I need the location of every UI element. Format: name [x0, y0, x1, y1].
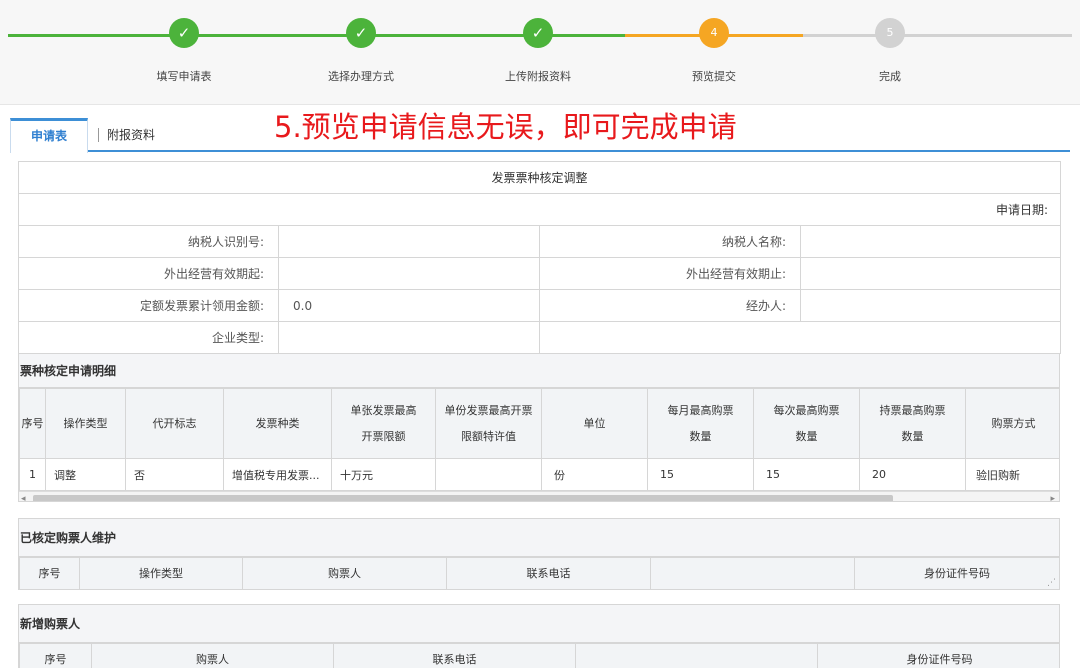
new-buyer-title: 新增购票人 [19, 605, 1059, 643]
column-header: 购票人 [92, 644, 334, 668]
column-header: 身份证件号码 [818, 644, 1061, 668]
column-header: 联系电话 [447, 558, 651, 590]
taxpayer-name-value [801, 226, 1061, 258]
scrollbar-thumb[interactable] [33, 495, 893, 502]
scroll-left-icon[interactable]: ◂ [21, 492, 26, 502]
new-buyer-header-row: 序号 购票人 联系电话 身份证件号码 [20, 644, 1061, 668]
column-header: 序号 [20, 558, 80, 590]
table-cell [436, 459, 542, 491]
apply-date: 申请日期: [19, 194, 1061, 226]
ticket-detail-table: 序号 操作类型 代开标志 发票种类 单张发票最高开票限额 单份发票最高开票限额特… [19, 388, 1060, 491]
valid-to-value [801, 258, 1061, 290]
column-header: 发票种类 [224, 389, 332, 459]
column-header: 单位 [542, 389, 648, 459]
table-cell: 调整 [46, 459, 126, 491]
table-cell: 15 [754, 459, 860, 491]
step-preview-submit: 4 预览提交 [634, 18, 794, 84]
instruction-annotation: 5.预览申请信息无误，即可完成申请 [274, 104, 737, 146]
new-buyer-table: 序号 购票人 联系电话 身份证件号码 [19, 643, 1060, 668]
column-header [651, 558, 855, 590]
column-header: 每次最高购票数量 [754, 389, 860, 459]
step-choose-method: ✓ 选择办理方式 [281, 18, 441, 84]
table-cell: 份 [542, 459, 648, 491]
column-header: 操作类型 [46, 389, 126, 459]
step-label: 选择办理方式 [281, 68, 441, 84]
buyer-maintenance-title: 已核定购票人维护 [19, 519, 1059, 557]
buyer-table: 序号 操作类型 购票人 联系电话 身份证件号码 [19, 557, 1060, 590]
company-type-label: 企业类型: [19, 322, 279, 354]
handler-label: 经办人: [540, 290, 801, 322]
table-cell: 增值税专用发票... [224, 459, 332, 491]
step-number: 4 [699, 18, 729, 48]
taxpayer-id-value [279, 226, 540, 258]
step-label: 上传附报资料 [458, 68, 618, 84]
step-fill-form: ✓ 填写申请表 [104, 18, 264, 84]
resize-grip-icon[interactable]: ⋰ [1047, 579, 1056, 587]
taxpayer-id-label: 纳税人识别号: [19, 226, 279, 258]
column-header [576, 644, 818, 668]
column-header: 购票人 [243, 558, 447, 590]
column-header: 代开标志 [126, 389, 224, 459]
step-number: 5 [875, 18, 905, 48]
ticket-detail-header-row: 序号 操作类型 代开标志 发票种类 单张发票最高开票限额 单份发票最高开票限额特… [20, 389, 1061, 459]
horizontal-scrollbar[interactable]: ◂ ▸ [19, 491, 1059, 502]
tab-application-form[interactable]: 申请表 [10, 118, 88, 153]
column-header: 操作类型 [80, 558, 243, 590]
application-form: 发票票种核定调整 申请日期: 纳税人识别号: 纳税人名称: 外出经营有效期起: … [18, 161, 1061, 354]
step-upload-docs: ✓ 上传附报资料 [458, 18, 618, 84]
column-header: 购票方式 [966, 389, 1061, 459]
table-cell: 1 [20, 459, 46, 491]
column-header: 单份发票最高开票限额特许值 [436, 389, 542, 459]
ticket-detail-section: 票种核定申请明细 序号 操作类型 代开标志 发票种类 单张发票最高开票限额 单份… [18, 353, 1060, 502]
check-icon: ✓ [523, 18, 553, 48]
new-buyer-section: 新增购票人 序号 购票人 联系电话 身份证件号码 [18, 604, 1060, 668]
column-header: 身份证件号码 [855, 558, 1060, 590]
company-type-value [279, 322, 540, 354]
table-row[interactable]: 1 调整 否 增值税专用发票... 十万元 份 15 15 20 验旧购新 [20, 459, 1061, 491]
column-header: 序号 [20, 389, 46, 459]
table-cell: 15 [648, 459, 754, 491]
table-cell: 十万元 [332, 459, 436, 491]
column-header: 单张发票最高开票限额 [332, 389, 436, 459]
step-label: 完成 [810, 68, 970, 84]
check-icon: ✓ [169, 18, 199, 48]
check-icon: ✓ [346, 18, 376, 48]
valid-to-label: 外出经营有效期止: [540, 258, 801, 290]
column-header: 序号 [20, 644, 92, 668]
step-complete: 5 完成 [810, 18, 970, 84]
buyer-maintenance-section: 已核定购票人维护 序号 操作类型 购票人 联系电话 身份证件号码 ⋰ [18, 518, 1060, 590]
table-cell: 否 [126, 459, 224, 491]
tab-attachments[interactable]: 附报资料 [98, 128, 155, 142]
taxpayer-name-label: 纳税人名称: [540, 226, 801, 258]
step-label: 填写申请表 [104, 68, 264, 84]
column-header: 每月最高购票数量 [648, 389, 754, 459]
valid-from-value [279, 258, 540, 290]
progress-steps: ✓ 填写申请表 ✓ 选择办理方式 ✓ 上传附报资料 4 预览提交 5 完成 [0, 0, 1080, 105]
ticket-detail-title: 票种核定申请明细 [19, 354, 1059, 388]
handler-value [801, 290, 1061, 322]
scroll-right-icon[interactable]: ▸ [1050, 492, 1055, 502]
column-header: 联系电话 [334, 644, 576, 668]
form-title: 发票票种核定调整 [19, 162, 1061, 194]
valid-from-label: 外出经营有效期起: [19, 258, 279, 290]
table-cell: 验旧购新 [966, 459, 1061, 491]
step-label: 预览提交 [634, 68, 794, 84]
table-cell: 20 [860, 459, 966, 491]
empty-cell [540, 322, 1061, 354]
quota-value: 0.0 [279, 290, 540, 322]
buyer-header-row: 序号 操作类型 购票人 联系电话 身份证件号码 [20, 558, 1060, 590]
apply-date-label: 申请日期: [996, 203, 1048, 217]
column-header: 持票最高购票数量 [860, 389, 966, 459]
quota-label: 定额发票累计领用金额: [19, 290, 279, 322]
